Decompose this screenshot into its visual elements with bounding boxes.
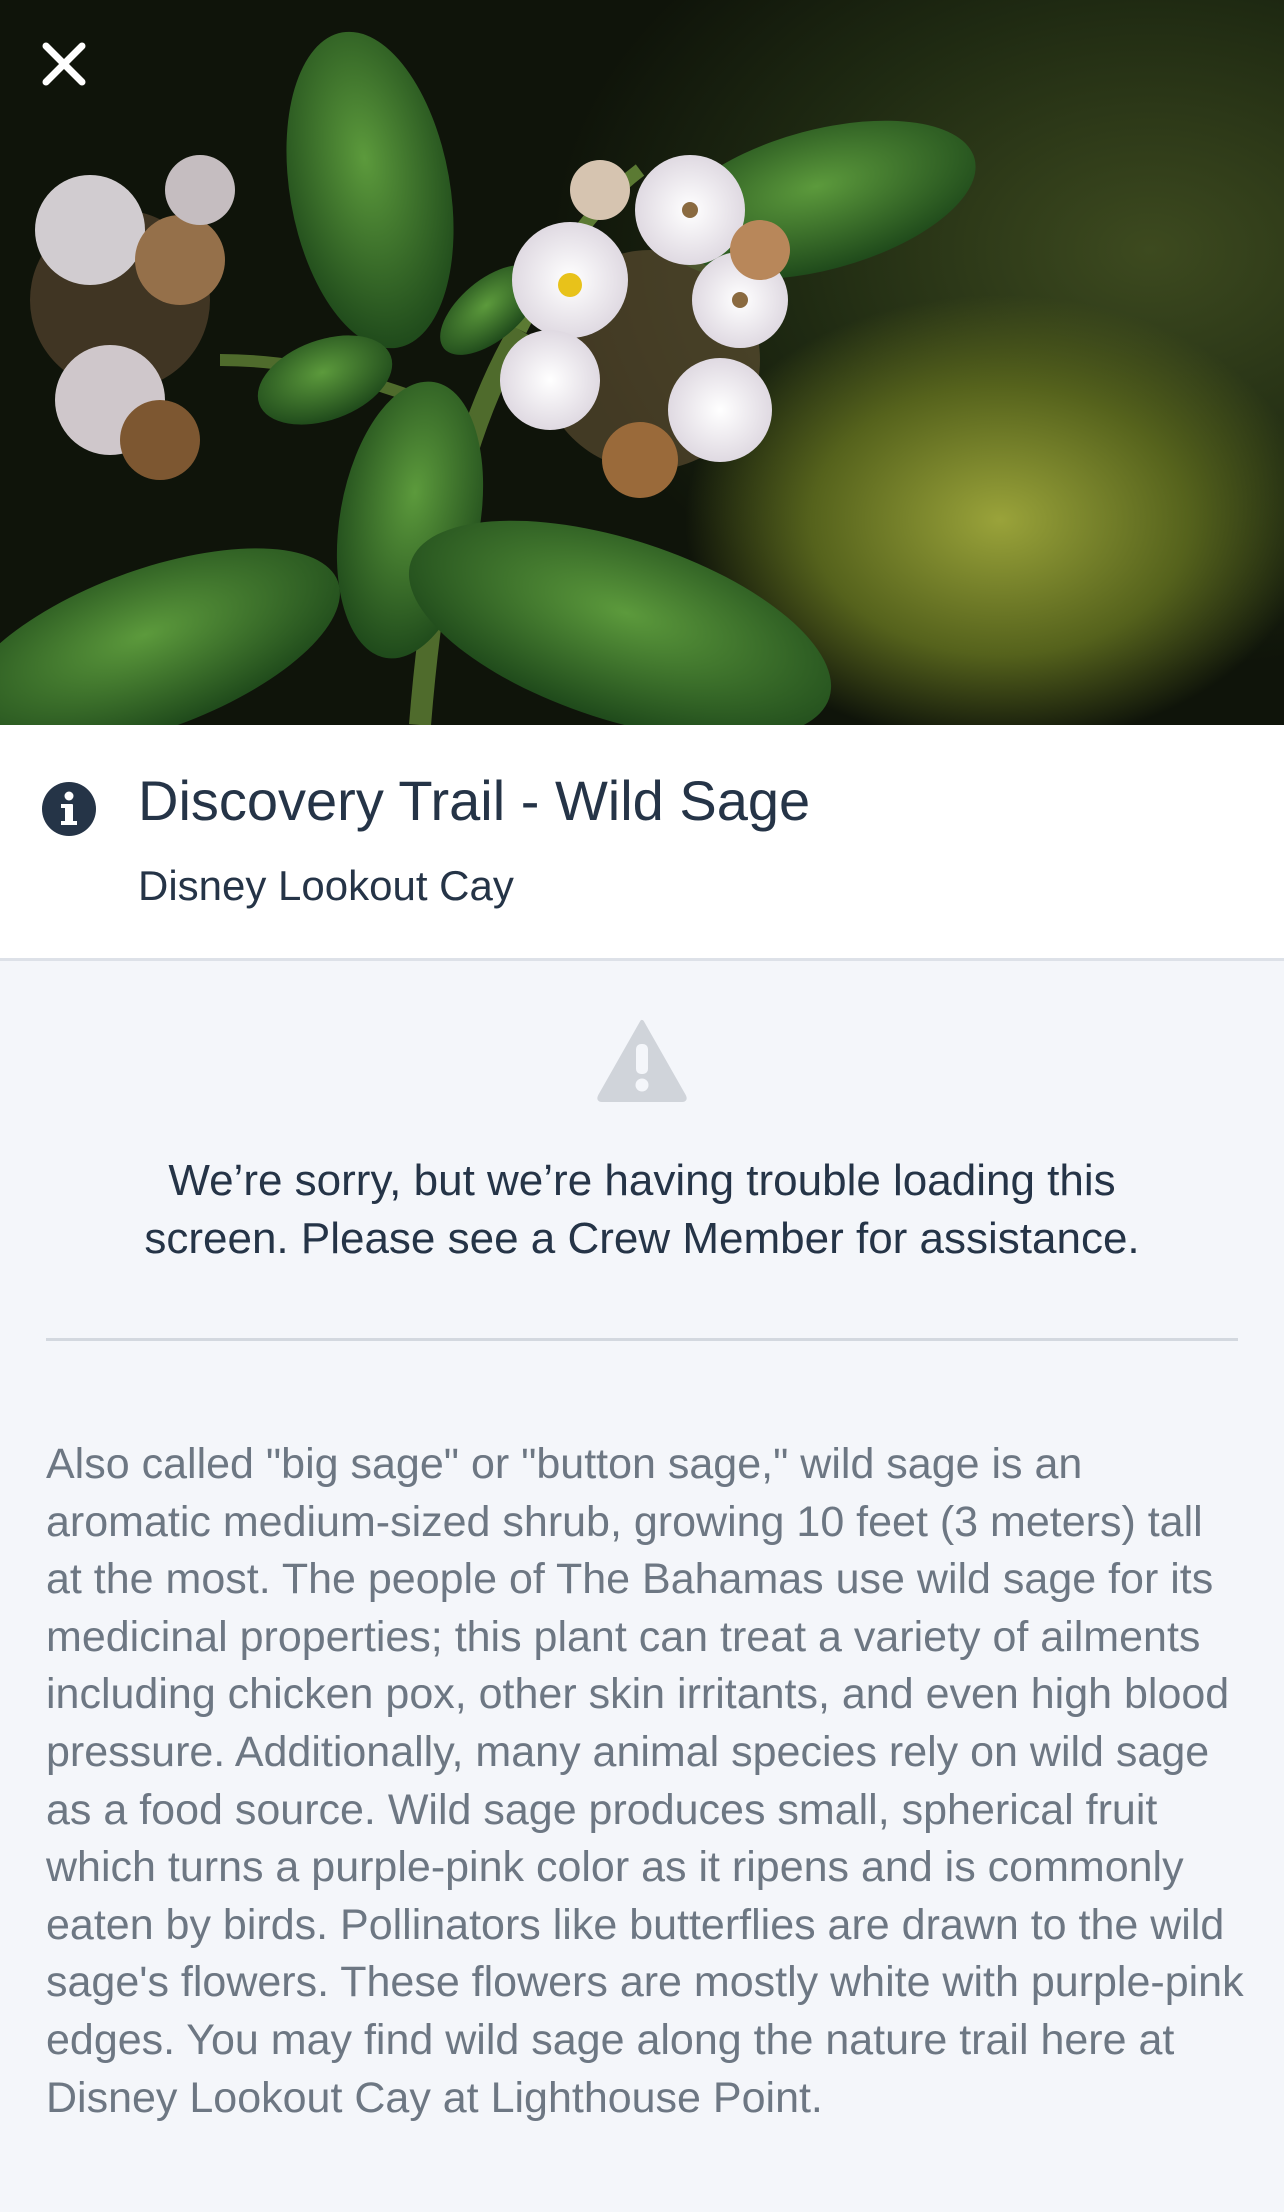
description-text: Also called "big sage" or "button sage,"…: [46, 1440, 1244, 2122]
header-panel: [0, 725, 1284, 961]
page-title: Discovery Trail - Wild Sage: [138, 769, 811, 832]
location-subtitle: Disney Lookout Cay: [138, 862, 514, 909]
close-button[interactable]: [40, 40, 120, 120]
close-icon: [42, 42, 86, 86]
error-message: We’re sorry, but we’re having trouble lo…: [144, 1156, 1140, 1263]
info-icon: [42, 782, 96, 836]
warning-icon: [597, 1020, 687, 1102]
wild-sage-photo: [0, 31, 976, 725]
divider: [46, 1338, 1238, 1341]
hero-image: [0, 0, 1284, 725]
